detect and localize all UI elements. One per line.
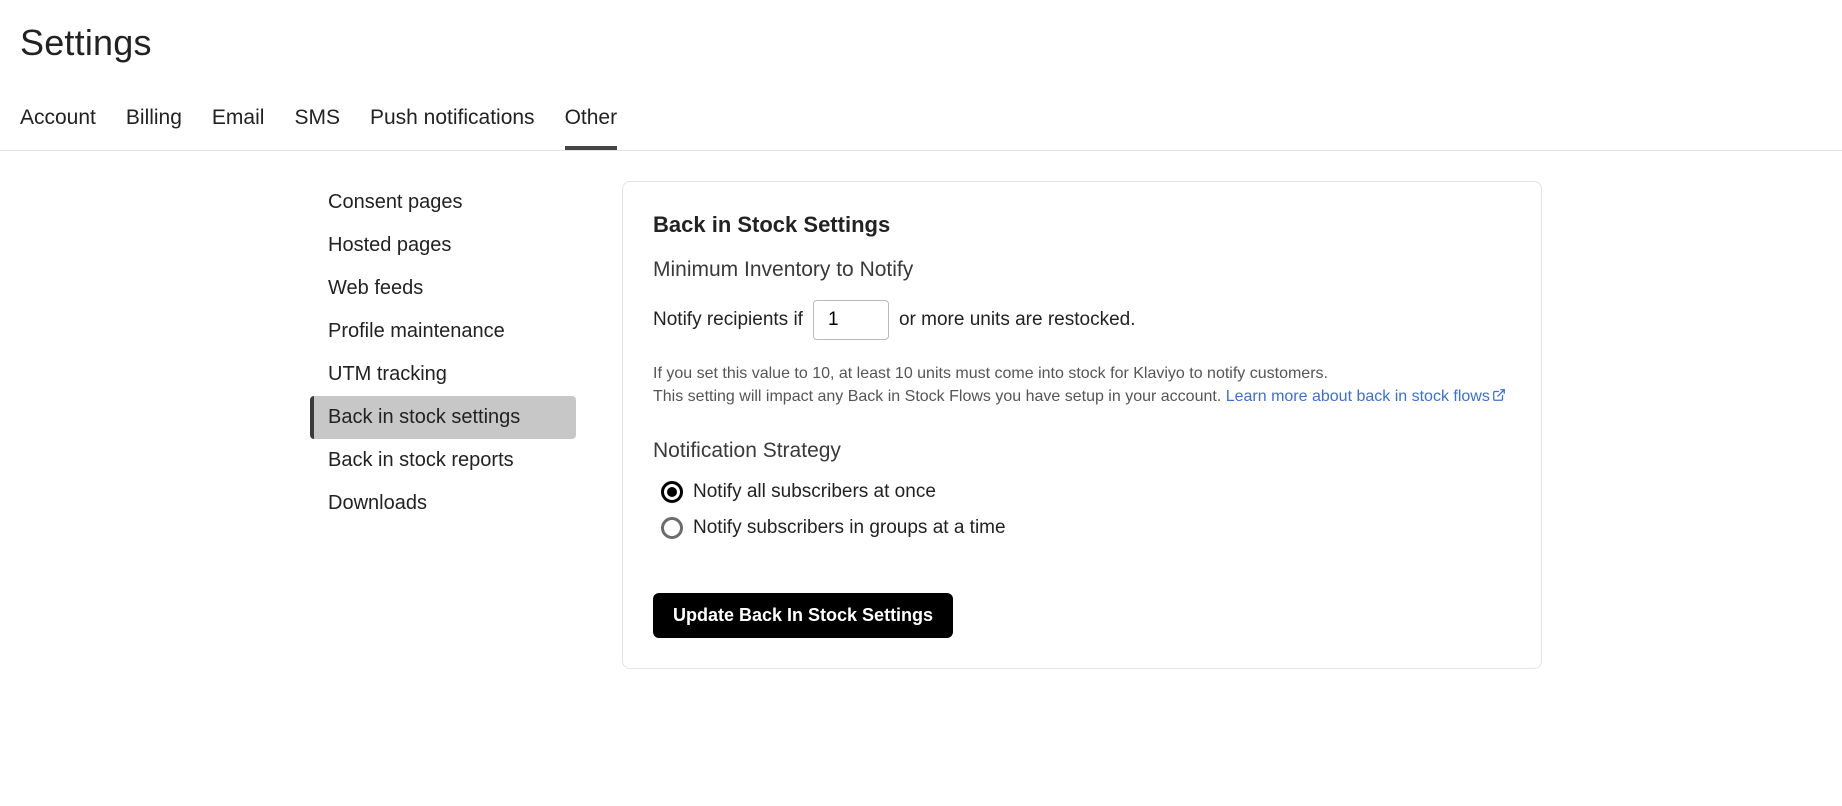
tab-push-notifications[interactable]: Push notifications xyxy=(370,92,535,150)
min-inventory-row: Notify recipients if or more units are r… xyxy=(653,300,1511,340)
strategy-option-all-at-once[interactable]: Notify all subscribers at once xyxy=(661,481,1511,503)
sidebar-item-downloads[interactable]: Downloads xyxy=(310,482,576,525)
sidebar-item-back-in-stock-reports[interactable]: Back in stock reports xyxy=(310,439,576,482)
tab-other[interactable]: Other xyxy=(565,92,618,150)
learn-more-link-text: Learn more about back in stock flows xyxy=(1226,388,1490,405)
min-inventory-help: If you set this value to 10, at least 10… xyxy=(653,362,1511,409)
min-inventory-input[interactable] xyxy=(813,300,889,340)
radio-icon xyxy=(661,481,683,503)
strategy-option-groups[interactable]: Notify subscribers in groups at a time xyxy=(661,517,1511,539)
settings-sidebar: Consent pages Hosted pages Web feeds Pro… xyxy=(310,181,576,525)
external-link-icon xyxy=(1492,386,1506,409)
strategy-heading: Notification Strategy xyxy=(653,439,1511,463)
help-line-2-prefix: This setting will impact any Back in Sto… xyxy=(653,388,1226,405)
tab-account[interactable]: Account xyxy=(20,92,96,150)
strategy-option-label: Notify subscribers in groups at a time xyxy=(693,517,1006,539)
settings-tabs: Account Billing Email SMS Push notificat… xyxy=(0,92,1842,151)
page-title: Settings xyxy=(0,0,1842,74)
min-inventory-suffix: or more units are restocked. xyxy=(899,309,1136,331)
sidebar-item-consent-pages[interactable]: Consent pages xyxy=(310,181,576,224)
panel-title: Back in Stock Settings xyxy=(653,212,1511,238)
tab-billing[interactable]: Billing xyxy=(126,92,182,150)
strategy-option-label: Notify all subscribers at once xyxy=(693,481,936,503)
sidebar-item-back-in-stock-settings[interactable]: Back in stock settings xyxy=(310,396,576,439)
sidebar-item-web-feeds[interactable]: Web feeds xyxy=(310,267,576,310)
content-wrap: Consent pages Hosted pages Web feeds Pro… xyxy=(0,151,1842,709)
min-inventory-prefix: Notify recipients if xyxy=(653,309,803,331)
min-inventory-heading: Minimum Inventory to Notify xyxy=(653,258,1511,282)
tab-sms[interactable]: SMS xyxy=(294,92,340,150)
help-line-1: If you set this value to 10, at least 10… xyxy=(653,365,1328,382)
sidebar-item-profile-maintenance[interactable]: Profile maintenance xyxy=(310,310,576,353)
strategy-radio-group: Notify all subscribers at once Notify su… xyxy=(653,481,1511,539)
tab-email[interactable]: Email xyxy=(212,92,265,150)
learn-more-link[interactable]: Learn more about back in stock flows xyxy=(1226,388,1506,405)
sidebar-item-utm-tracking[interactable]: UTM tracking xyxy=(310,353,576,396)
update-back-in-stock-button[interactable]: Update Back In Stock Settings xyxy=(653,593,953,638)
radio-icon xyxy=(661,517,683,539)
back-in-stock-panel: Back in Stock Settings Minimum Inventory… xyxy=(622,181,1542,669)
sidebar-item-hosted-pages[interactable]: Hosted pages xyxy=(310,224,576,267)
